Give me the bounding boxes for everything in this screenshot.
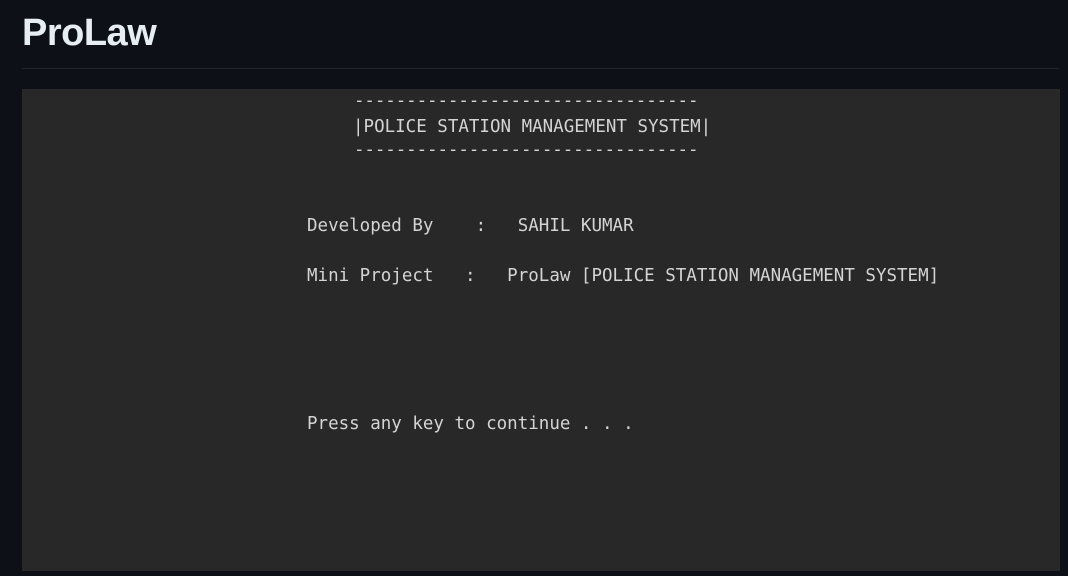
page-title: ProLaw xyxy=(22,12,157,54)
console-output[interactable]: --------------------------------- |POLIC… xyxy=(22,89,1060,571)
page: ProLaw ---------------------------------… xyxy=(0,0,1068,576)
banner-top-border: --------------------------------- xyxy=(354,91,699,111)
mini-project-line: Mini Project : ProLaw [POLICE STATION MA… xyxy=(307,266,940,286)
banner-title: |POLICE STATION MANAGEMENT SYSTEM| xyxy=(353,117,712,137)
title-divider xyxy=(22,68,1059,69)
developed-by-line: Developed By : SAHIL KUMAR xyxy=(307,216,634,236)
continue-prompt: Press any key to continue . . . xyxy=(307,414,634,434)
banner-bottom-border: --------------------------------- xyxy=(354,140,699,160)
